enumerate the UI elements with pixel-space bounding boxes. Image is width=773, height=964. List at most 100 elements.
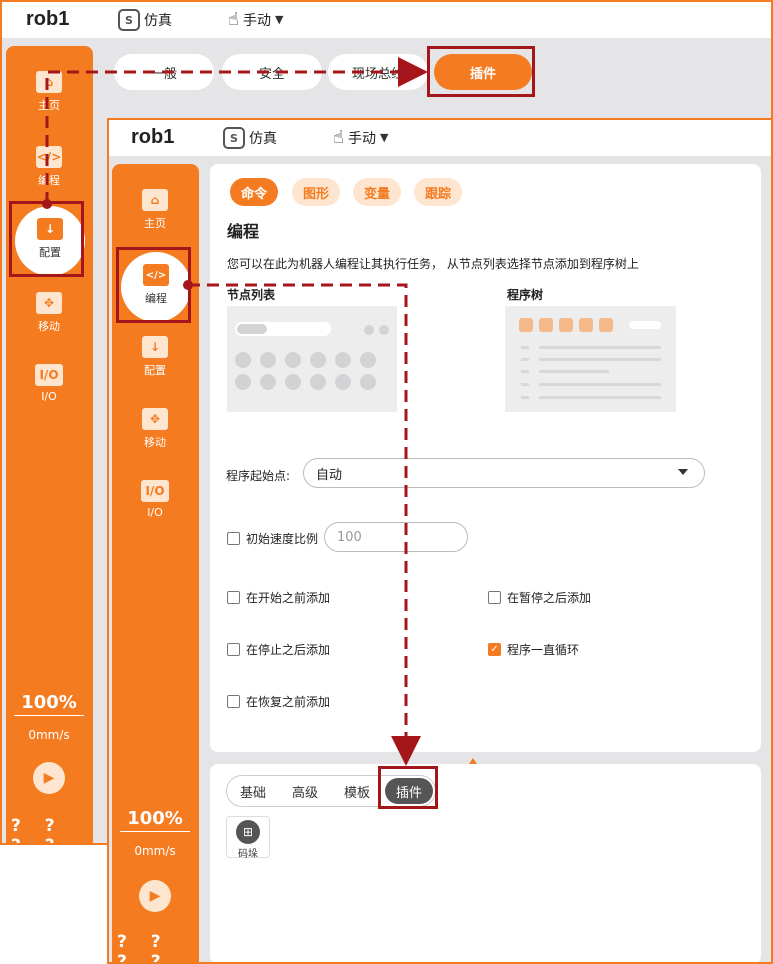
mode-dropdown[interactable]: ☝ 手动 ▼ (228, 9, 283, 30)
tab-fieldbus[interactable]: 现场总线 (328, 54, 428, 90)
play-icon: ▶ (149, 888, 161, 904)
mode-dropdown[interactable]: ☝ 手动 ▼ (333, 127, 388, 148)
front-window: rob1 S 仿真 ☝ 手动 ▼ ⌂ 主页 </> 编程 ↓ 配置 ✥ 移动 I… (107, 118, 773, 964)
program-tree-label: 程序树 (507, 288, 544, 302)
highlight-box-plugins-category (378, 766, 438, 809)
tab-tracking[interactable]: 跟踪 (414, 178, 462, 206)
home-icon: ⌂ (36, 71, 62, 93)
program-tree-preview (505, 306, 676, 412)
tab-template[interactable]: 模板 (335, 776, 379, 806)
init-speed-checkbox[interactable]: 初始速度比例 (227, 530, 318, 547)
help-icons[interactable]: ? ? ? ? (117, 932, 199, 962)
io-icon: I/O (141, 480, 169, 502)
checkbox[interactable] (227, 695, 240, 708)
node-search-bar (235, 322, 331, 336)
highlight-box-program (116, 247, 191, 323)
init-speed-placeholder: 100 (337, 529, 362, 545)
home-icon: ⌂ (142, 189, 168, 211)
hand-icon: ☝ (333, 127, 344, 148)
sidebar-item-label: 配置 (144, 364, 166, 377)
checkbox[interactable] (227, 591, 240, 604)
help-icons[interactable]: ? ? ? ? (11, 816, 93, 843)
palletizing-label: 码垛 (238, 849, 258, 860)
sidebar-item-label: 移动 (144, 436, 166, 449)
sidebar-item-label: 主页 (144, 217, 166, 230)
tab-general[interactable]: 一般 (114, 54, 214, 90)
sidebar-item-label: I/O (41, 390, 57, 403)
speed-percentage: 100% (120, 808, 190, 832)
checkbox-label: 程序一直循环 (507, 643, 580, 657)
chevron-down-icon (678, 469, 688, 475)
sidebar-item-move[interactable]: ✥ 移动 (10, 292, 88, 342)
add-after-pause-checkbox[interactable]: 在暂停之后添加 (488, 589, 591, 606)
move-icon: ✥ (36, 292, 62, 314)
checkbox[interactable] (227, 532, 240, 545)
chevron-down-icon: ▼ (379, 131, 389, 144)
checkmark-icon[interactable]: ✓ (488, 643, 501, 656)
sidebar-item-home[interactable]: ⌂ 主页 (10, 71, 88, 121)
sidebar: ⌂ 主页 </> 编程 ↓ 配置 ✥ 移动 I/O I/O 100% 0mm/s… (6, 46, 93, 843)
chevron-down-icon: ▼ (274, 13, 284, 26)
highlight-box-plugins-tab (427, 46, 535, 97)
highlight-box-config (9, 201, 84, 277)
speed-percentage: 100% (14, 692, 84, 716)
sidebar-item-label: 主页 (38, 99, 60, 112)
sidebar-item-io[interactable]: I/O I/O (116, 480, 194, 530)
download-icon: ↓ (142, 336, 168, 358)
sidebar-item-program[interactable]: </> 编程 (10, 146, 88, 196)
node-palette-card: 基础 高级 模板 插件 ⊞ 码垛 (210, 764, 761, 962)
init-speed-label: 初始速度比例 (246, 532, 319, 546)
tab-graphics[interactable]: 图形 (292, 178, 340, 206)
checkbox-label: 在开始之前添加 (246, 591, 331, 605)
add-after-stop-checkbox[interactable]: 在停止之后添加 (227, 641, 330, 658)
play-button[interactable]: ▶ (33, 762, 65, 794)
sidebar-item-label: 移动 (38, 320, 60, 333)
checkbox[interactable] (488, 591, 501, 604)
simulation-label: 仿真 (144, 13, 172, 29)
checkbox-label: 在停止之后添加 (246, 643, 331, 657)
sidebar-item-io[interactable]: I/O I/O (10, 364, 88, 414)
tab-basic[interactable]: 基础 (231, 776, 275, 806)
io-icon: I/O (35, 364, 63, 386)
add-before-resume-checkbox[interactable]: 在恢复之前添加 (227, 693, 330, 710)
robot-name: rob1 (26, 8, 70, 30)
init-speed-input[interactable]: 100 (324, 522, 468, 552)
play-icon: ▶ (43, 770, 55, 786)
mode-label: 手动 (242, 12, 271, 29)
description: 您可以在此为机器人编程让其执行任务， 从节点列表选择节点添加到程序树上 (227, 257, 639, 271)
start-point-value: 自动 (316, 467, 343, 483)
simulation-icon: S (223, 127, 245, 149)
mode-label: 手动 (347, 130, 376, 147)
tab-safety[interactable]: 安全 (222, 54, 322, 90)
hand-icon: ☝ (228, 9, 239, 30)
loop-forever-checkbox[interactable]: ✓ 程序一直循环 (488, 641, 579, 658)
start-point-select[interactable]: 自动 (303, 458, 705, 488)
add-before-start-checkbox[interactable]: 在开始之前添加 (227, 589, 330, 606)
palletizing-node-button[interactable]: ⊞ 码垛 (226, 816, 270, 860)
sidebar-item-label: 编程 (38, 174, 60, 187)
play-button[interactable]: ▶ (139, 880, 171, 912)
tab-variables[interactable]: 变量 (353, 178, 401, 206)
node-list-preview (227, 306, 397, 412)
start-point-label: 程序起始点: (226, 469, 291, 483)
code-icon: </> (36, 146, 62, 168)
program-card: 命令 图形 变量 跟踪 编程 您可以在此为机器人编程让其执行任务， 从节点列表选… (210, 164, 761, 752)
top-bar: rob1 S 仿真 ☝ 手动 ▼ (2, 2, 771, 38)
sidebar-item-move[interactable]: ✥ 移动 (116, 408, 194, 458)
tab-command[interactable]: 命令 (230, 178, 278, 206)
simulation-label: 仿真 (249, 131, 277, 147)
simulation-toggle[interactable]: S 仿真 (118, 9, 172, 31)
sidebar-item-label: I/O (147, 506, 163, 519)
speed-value: 0mm/s (28, 728, 70, 742)
simulation-toggle[interactable]: S 仿真 (223, 127, 277, 149)
tab-advanced[interactable]: 高级 (283, 776, 327, 806)
top-bar: rob1 S 仿真 ☝ 手动 ▼ (109, 120, 771, 156)
checkbox-label: 在暂停之后添加 (507, 591, 592, 605)
node-list-label: 节点列表 (227, 288, 276, 302)
simulation-icon: S (118, 9, 140, 31)
section-title: 编程 (227, 222, 260, 241)
move-icon: ✥ (142, 408, 168, 430)
sidebar-item-config[interactable]: ↓ 配置 (116, 336, 194, 386)
sidebar-item-home[interactable]: ⌂ 主页 (116, 189, 194, 239)
checkbox[interactable] (227, 643, 240, 656)
